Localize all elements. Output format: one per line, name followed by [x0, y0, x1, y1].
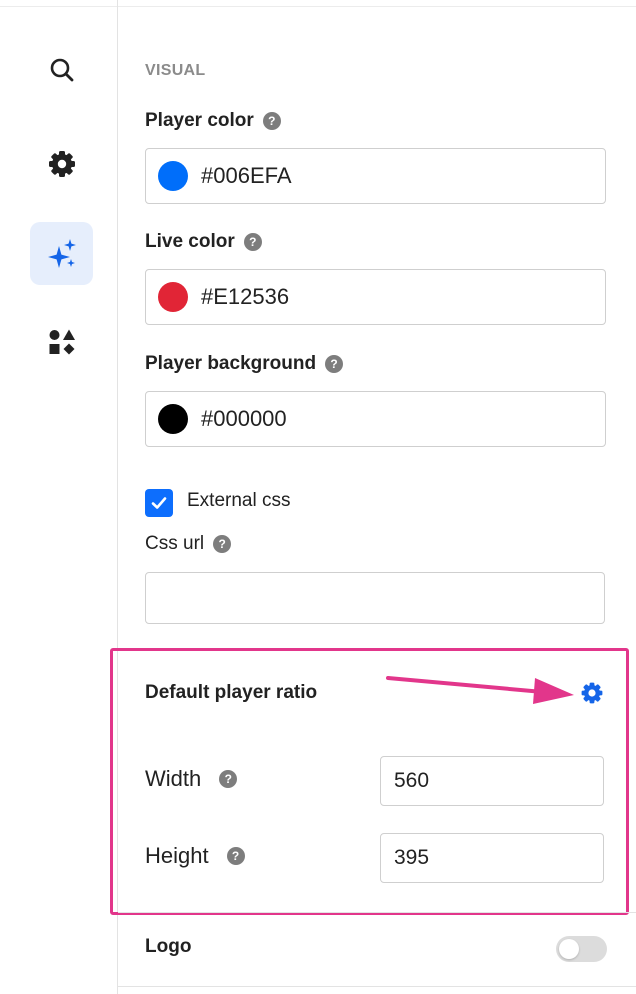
- logo-label: Logo: [145, 936, 192, 957]
- help-icon[interactable]: ?: [325, 355, 344, 373]
- height-label: Height ?: [145, 843, 245, 869]
- bottom-divider: [118, 986, 636, 987]
- default-player-ratio-title: Default player ratio: [145, 682, 318, 703]
- sidebar-item-visual[interactable]: [30, 222, 93, 285]
- height-input[interactable]: 395: [380, 833, 604, 883]
- search-icon: [50, 58, 73, 81]
- live-color-label: Live color ?: [145, 231, 262, 253]
- player-color-label-text: Player color: [145, 110, 254, 131]
- css-url-label: Css url ?: [145, 533, 232, 555]
- player-color-value: #006EFA: [201, 163, 292, 188]
- player-background-input[interactable]: #000000: [145, 391, 606, 447]
- player-color-input[interactable]: #006EFA: [145, 148, 606, 204]
- player-background-label: Player background ?: [145, 353, 344, 375]
- help-icon[interactable]: ?: [226, 847, 245, 865]
- ratio-settings-gear-icon[interactable]: [580, 681, 604, 705]
- help-icon[interactable]: ?: [243, 233, 262, 251]
- help-icon[interactable]: ?: [219, 770, 238, 788]
- player-color-label: Player color ?: [145, 110, 281, 132]
- css-url-label-text: Css url: [145, 533, 205, 554]
- top-divider: [0, 6, 636, 7]
- help-icon[interactable]: ?: [262, 112, 281, 130]
- live-color-value: #E12536: [201, 284, 290, 309]
- section-title: VISUAL: [145, 62, 206, 79]
- width-label: Width ?: [145, 766, 238, 792]
- help-icon[interactable]: ?: [213, 535, 232, 553]
- check-icon: [151, 497, 167, 509]
- player-background-value: #000000: [201, 406, 287, 431]
- shapes-icon: [49, 329, 75, 354]
- sparkles-icon: [47, 238, 76, 268]
- external-css-checkbox[interactable]: [145, 489, 173, 517]
- external-css-label[interactable]: External css: [187, 490, 290, 512]
- section-divider: [118, 912, 636, 913]
- player-background-label-text: Player background: [145, 353, 317, 374]
- live-color-label-text: Live color: [145, 231, 235, 252]
- sidebar-item-settings[interactable]: [30, 132, 93, 195]
- live-color-input[interactable]: #E12536: [145, 269, 606, 325]
- color-swatch[interactable]: [158, 161, 188, 191]
- width-input[interactable]: 560: [380, 756, 604, 806]
- sidebar-item-search[interactable]: [30, 38, 93, 101]
- toggle-knob: [559, 939, 579, 959]
- annotation-arrow: [386, 676, 574, 704]
- logo-toggle[interactable]: [556, 936, 607, 962]
- sidebar-item-widgets[interactable]: [30, 310, 93, 373]
- width-label-text: Width: [145, 766, 202, 791]
- height-label-text: Height: [145, 843, 209, 868]
- color-swatch[interactable]: [158, 282, 188, 312]
- gear-icon: [48, 150, 75, 177]
- color-swatch[interactable]: [158, 404, 188, 434]
- css-url-input[interactable]: [145, 572, 605, 624]
